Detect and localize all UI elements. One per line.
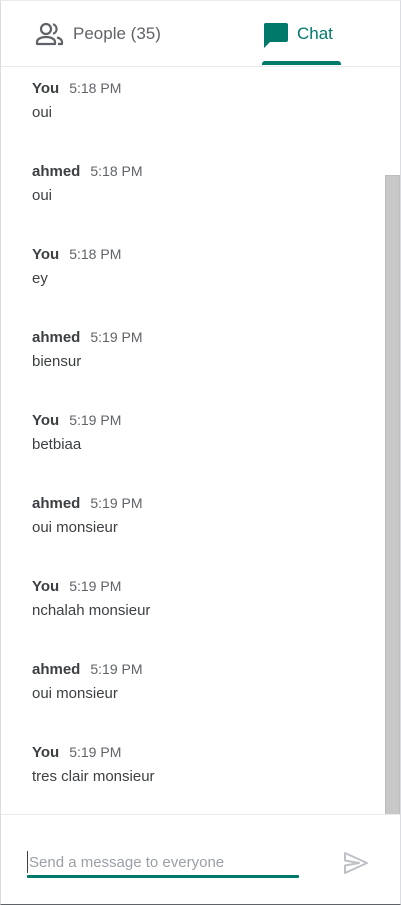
message-sender: You: [32, 412, 60, 429]
message-sender: ahmed: [32, 329, 81, 346]
tab-people[interactable]: People (35): [35, 1, 161, 67]
message-sender: ahmed: [32, 163, 81, 180]
send-icon[interactable]: [343, 851, 369, 875]
message-item: ahmed 5:19 PM biensur: [32, 329, 143, 370]
message-item: You 5:19 PM nchalah monsieur: [32, 578, 150, 619]
message-time: 5:19 PM: [90, 495, 143, 511]
input-focus-underline: [27, 875, 299, 878]
active-tab-indicator: [262, 61, 341, 65]
message-text: oui: [32, 104, 53, 121]
message-text: oui monsieur: [32, 519, 118, 536]
message-list: You 5:18 PM oui ahmed 5:18 PM oui You 5:18 …: [1, 68, 384, 814]
people-icon: [35, 22, 64, 46]
scrollbar-thumb[interactable]: [385, 175, 400, 815]
message-item: You 5:19 PM tres clair monsieur: [32, 744, 155, 785]
message-item: ahmed 5:19 PM oui monsieur: [32, 495, 143, 536]
chat-icon: [263, 22, 288, 48]
message-input[interactable]: [27, 851, 299, 873]
message-text: betbiaa: [32, 436, 82, 453]
message-time: 5:19 PM: [90, 661, 143, 677]
message-text: ey: [32, 270, 48, 287]
message-text: oui: [32, 187, 53, 204]
message-sender: You: [32, 744, 60, 761]
message-time: 5:18 PM: [69, 246, 122, 262]
tab-chat-label: Chat: [297, 24, 333, 43]
message-text: tres clair monsieur: [32, 768, 155, 785]
message-sender: You: [32, 80, 60, 97]
message-item: ahmed 5:19 PM oui monsieur: [32, 661, 143, 702]
tab-bar: People (35) Chat: [1, 1, 400, 67]
message-composer: [1, 814, 400, 905]
message-time: 5:19 PM: [90, 329, 143, 345]
message-item: You 5:18 PM oui: [32, 80, 121, 121]
message-text: biensur: [32, 353, 82, 370]
message-item: You 5:19 PM betbiaa: [32, 412, 121, 453]
message-sender: ahmed: [32, 495, 81, 512]
message-item: You 5:18 PM ey: [32, 246, 121, 287]
message-sender: You: [32, 246, 60, 263]
message-time: 5:18 PM: [90, 163, 143, 179]
tab-people-label: People (35): [73, 24, 161, 43]
message-text: nchalah monsieur: [32, 602, 151, 619]
chat-panel: People (35) Chat You 5:18 PM oui ahmed 5:1…: [0, 0, 401, 905]
message-sender: You: [32, 578, 60, 595]
message-text: oui monsieur: [32, 685, 118, 702]
message-sender: ahmed: [32, 661, 81, 678]
message-time: 5:18 PM: [69, 80, 122, 96]
message-time: 5:19 PM: [69, 412, 122, 428]
message-time: 5:19 PM: [69, 578, 122, 594]
message-item: ahmed 5:18 PM oui: [32, 163, 143, 204]
message-time: 5:19 PM: [69, 744, 122, 760]
tab-chat[interactable]: Chat: [262, 1, 333, 67]
